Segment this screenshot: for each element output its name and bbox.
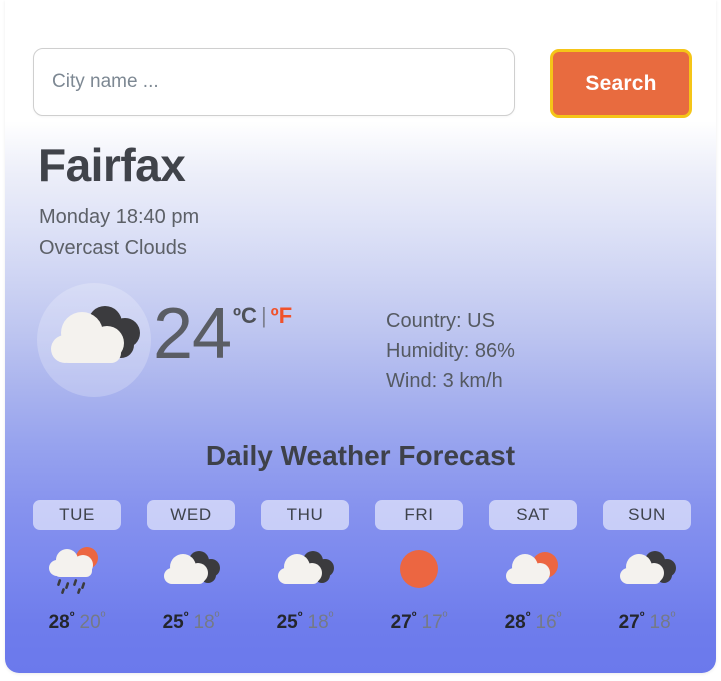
low-temp: 16 <box>535 612 557 634</box>
unit-separator: | <box>260 303 267 328</box>
forecast-title: Daily Weather Forecast <box>205 440 516 471</box>
forecast-day-sun: SUN 27º 18º <box>597 500 697 634</box>
overcast-clouds-icon <box>164 551 220 584</box>
degree-symbol: º <box>100 609 106 624</box>
day-label: TUE <box>33 500 121 530</box>
forecast-day-thu: THU 25º 18º <box>255 500 355 634</box>
search-button[interactable]: Search <box>550 49 692 118</box>
degree-symbol: º <box>411 609 417 624</box>
degree-symbol: º <box>183 609 189 624</box>
fahrenheit-link[interactable]: ºF <box>271 303 292 328</box>
forecast-day-sat: SAT 28º 16º <box>483 500 583 634</box>
partly-cloudy-icon <box>506 552 558 584</box>
rain-with-sun-icon <box>49 547 98 594</box>
high-temp: 25 <box>276 612 298 634</box>
high-temp: 27 <box>618 612 640 634</box>
degree-symbol: º <box>328 609 334 624</box>
high-temp: 25 <box>162 612 184 634</box>
forecast-row: TUE 28º 20º WED 25º 18º THU 25º 18º FRI … <box>27 500 697 634</box>
low-temp: 18 <box>649 612 671 634</box>
low-temp: 17 <box>421 612 443 634</box>
degree-symbol: º <box>525 609 531 624</box>
forecast-temps: 28º 20º <box>49 609 106 634</box>
forecast-temps: 25º 18º <box>277 609 334 634</box>
clear-sun-icon <box>400 550 438 588</box>
search-input[interactable] <box>33 48 515 116</box>
overcast-clouds-icon <box>51 306 140 363</box>
day-label: WED <box>147 500 235 530</box>
degree-symbol: º <box>214 609 220 624</box>
city-name: Fairfax <box>38 139 186 191</box>
day-label: FRI <box>375 500 463 530</box>
observation-time: Monday 18:40 pm <box>39 206 200 228</box>
current-weather-icon-circle <box>37 283 151 397</box>
degree-symbol: º <box>442 609 448 624</box>
forecast-temps: 27º 18º <box>619 609 676 634</box>
celsius-link[interactable]: ºC <box>233 303 257 328</box>
overcast-clouds-icon <box>620 551 676 584</box>
day-label: SUN <box>603 500 691 530</box>
high-temp: 28 <box>504 612 526 634</box>
forecast-day-wed: WED 25º 18º <box>141 500 241 634</box>
detail-humidity: Humidity: 86% <box>386 340 515 362</box>
detail-country: Country: US <box>386 310 495 332</box>
day-label: SAT <box>489 500 577 530</box>
degree-symbol: º <box>297 609 303 624</box>
search-row: Search <box>33 48 693 118</box>
degree-symbol: º <box>69 609 75 624</box>
day-label: THU <box>261 500 349 530</box>
weather-description: Overcast Clouds <box>39 237 187 259</box>
overcast-clouds-icon <box>278 551 334 584</box>
low-temp: 18 <box>307 612 329 634</box>
low-temp: 20 <box>79 612 101 634</box>
weather-app: Search Fairfax Monday 18:40 pm Overcast … <box>0 0 721 681</box>
detail-wind: Wind: 3 km/h <box>386 370 503 392</box>
high-temp: 28 <box>48 612 70 634</box>
forecast-day-fri: FRI 27º 17º <box>369 500 469 634</box>
degree-symbol: º <box>556 609 562 624</box>
degree-symbol: º <box>639 609 645 624</box>
high-temp: 27 <box>390 612 412 634</box>
low-temp: 18 <box>193 612 215 634</box>
weather-card: Search Fairfax Monday 18:40 pm Overcast … <box>5 0 716 673</box>
forecast-temps: 28º 16º <box>505 609 562 634</box>
unit-toggle: ºC | ºF <box>233 303 292 329</box>
current-details: Country: US Humidity: 86% Wind: 3 km/h <box>386 306 515 396</box>
forecast-temps: 27º 17º <box>391 609 448 634</box>
current-temperature: 24 <box>153 294 232 374</box>
forecast-day-tue: TUE 28º 20º <box>27 500 127 634</box>
forecast-temps: 25º 18º <box>163 609 220 634</box>
degree-symbol: º <box>670 609 676 624</box>
